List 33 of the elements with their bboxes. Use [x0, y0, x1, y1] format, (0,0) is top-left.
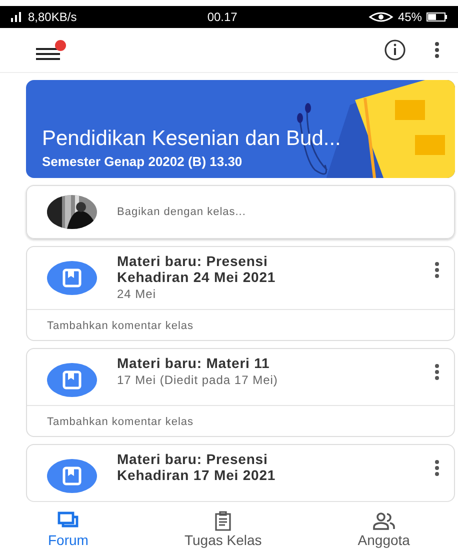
share-placeholder: Bagikan dengan kelas... — [117, 206, 246, 218]
eye-icon — [368, 12, 394, 22]
comment-field[interactable]: Tambahkan komentar kelas — [27, 405, 454, 436]
more-icon[interactable] — [432, 261, 442, 279]
battery-icon — [426, 12, 448, 22]
nav-tab[interactable]: Anggota — [344, 509, 424, 555]
more-icon[interactable] — [434, 41, 440, 59]
material-icon — [47, 261, 97, 295]
material-icon — [47, 459, 97, 493]
signal-icon — [10, 12, 24, 22]
nav-tab[interactable]: Forum — [34, 509, 102, 555]
more-icon[interactable] — [432, 459, 442, 477]
post-title: Materi baru: Presensi Kehadiran 24 Mei 2021 — [117, 253, 277, 285]
material-icon — [47, 363, 97, 397]
post-card[interactable]: Materi baru: Materi 11 17 Mei (Diedit pada 17 Mei) Tambahkan komentar kelas — [26, 348, 455, 437]
post-card[interactable]: Materi baru: Presensi Kehadiran 24 Mei 2021 24 Mei Tambahkan komentar kelas — [26, 246, 455, 341]
post-title: Materi baru: Materi 11 — [117, 355, 271, 371]
battery-percent: 45% — [398, 10, 422, 24]
class-title: Pendidikan Kesenian dan Bud... — [42, 127, 341, 151]
clock-time: 00.17 — [207, 10, 238, 24]
nav-tab[interactable]: Tugas Kelas — [170, 509, 276, 555]
more-icon[interactable] — [432, 363, 442, 381]
post-date: 17 Mei (Diedit pada 17 Mei) — [117, 373, 279, 387]
post-title: Materi baru: Presensi Kehadiran 17 Mei 2021 — [117, 451, 277, 483]
comment-field[interactable]: Tambahkan komentar kelas — [27, 309, 454, 340]
post-card[interactable]: Materi baru: Presensi Kehadiran 17 Mei 2021 — [26, 444, 455, 502]
info-icon[interactable] — [384, 39, 406, 61]
network-speed: 8,80KB/s — [28, 10, 77, 24]
share-card[interactable]: Bagikan dengan kelas... — [26, 185, 455, 239]
people-icon — [372, 511, 396, 531]
class-subtitle: Semester Genap 20202 (B) 13.30 — [42, 154, 244, 169]
menu-icon[interactable] — [36, 40, 66, 60]
post-date: 24 Mei — [117, 287, 158, 301]
